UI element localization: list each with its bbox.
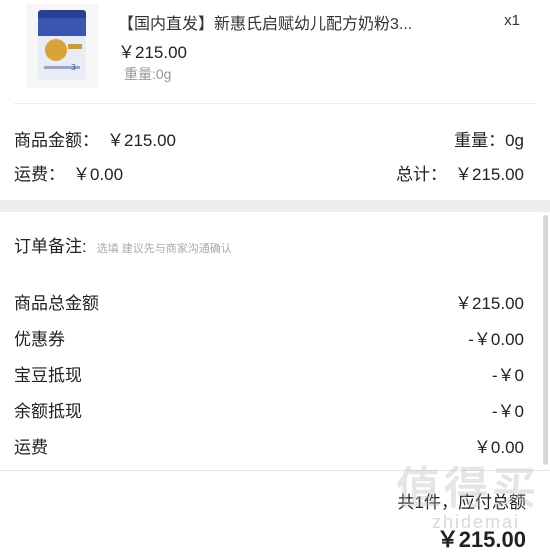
order-note-input[interactable]: 选填 建议先与商家沟通确认 [97, 243, 232, 255]
breakdown-coupon[interactable]: 优惠券 -￥0.00 [14, 325, 524, 350]
breakdown-value: -￥0 [491, 402, 524, 421]
svg-text:3: 3 [71, 63, 76, 72]
breakdown-goods-total: 商品总金额 ￥215.00 [14, 289, 524, 314]
divider [14, 103, 536, 104]
breakdown-balance-deduction[interactable]: 余额抵现 -￥0 [14, 397, 524, 422]
product-quantity: x1 [504, 12, 520, 29]
milk-can-icon: 3 [38, 10, 86, 80]
goods-amount-label: 商品金额： [14, 131, 99, 150]
breakdown-value: -￥0.00 [468, 330, 524, 349]
breakdown-value: -￥0 [491, 366, 524, 385]
order-total: 总计： ￥215.00 [396, 160, 524, 185]
total-value: ￥215.00 [455, 165, 524, 184]
breakdown-value: ￥0.00 [473, 438, 524, 457]
total-label: 总计： [396, 165, 447, 184]
shipping-fee: 运费： ￥0.00 [14, 160, 123, 185]
shipping-value: ￥0.00 [73, 165, 124, 184]
product-price: ￥215.00 [118, 43, 187, 62]
breakdown-shipping: 运费 ￥0.00 [14, 433, 524, 458]
product-weight: 重量:0g [124, 66, 172, 82]
breakdown-label: 余额抵现 [14, 402, 82, 421]
footer-payable-total: ￥215.00 [436, 527, 526, 552]
scrollbar[interactable] [543, 215, 548, 465]
weight-value: 0g [505, 131, 524, 150]
product-title[interactable]: 【国内直发】新惠氏启赋幼儿配方奶粉3... [118, 10, 412, 34]
section-separator [0, 200, 550, 212]
order-note[interactable]: 订单备注: 选填 建议先与商家沟通确认 [14, 232, 232, 257]
breakdown-label: 商品总金额 [14, 294, 99, 313]
footer-divider [0, 470, 550, 471]
shipping-label: 运费： [14, 165, 65, 184]
footer-item-count: 共1件，应付总额 [397, 493, 526, 512]
breakdown-value: ￥215.00 [455, 294, 524, 313]
weight-label: 重量： [454, 131, 506, 150]
breakdown-label: 运费 [14, 438, 48, 457]
total-weight: 重量：0g [454, 126, 524, 151]
goods-amount-value: ￥215.00 [107, 131, 176, 150]
breakdown-label: 优惠券 [14, 330, 65, 349]
breakdown-label: 宝豆抵现 [14, 366, 82, 385]
goods-amount: 商品金额： ￥215.00 [14, 126, 176, 151]
order-note-label: 订单备注: [14, 237, 87, 256]
breakdown-bean-deduction[interactable]: 宝豆抵现 -￥0 [14, 361, 524, 386]
order-product-item[interactable]: 3 【国内直发】新惠氏启赋幼儿配方奶粉3... x1 ￥215.00 重量:0g [0, 0, 540, 104]
product-image[interactable]: 3 [26, 4, 98, 88]
